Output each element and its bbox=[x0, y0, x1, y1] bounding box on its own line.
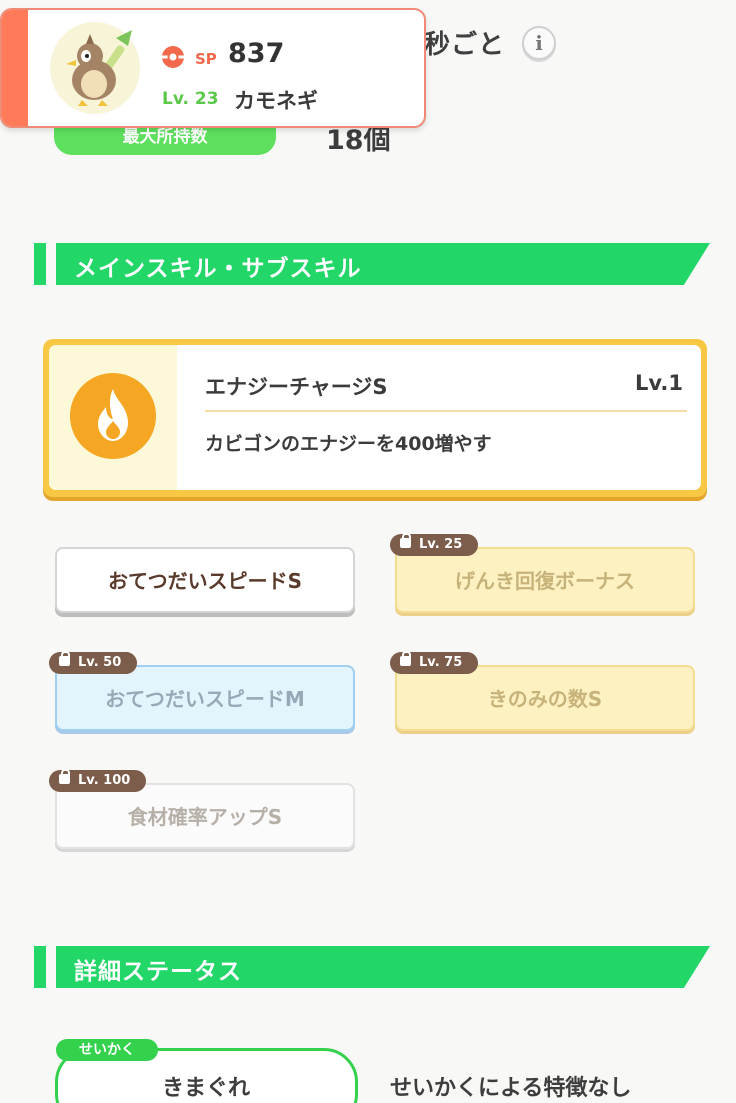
pokemon-avatar bbox=[50, 22, 140, 114]
divider bbox=[205, 410, 687, 412]
help-speed-unit: 秒ごと bbox=[424, 30, 506, 60]
unlock-level-badge: Lv. 75 bbox=[390, 651, 479, 674]
lock-icon bbox=[59, 769, 70, 784]
section-header-status: 詳細ステータス bbox=[34, 946, 714, 988]
lock-icon bbox=[400, 533, 411, 548]
sub-skill-button-locked[interactable]: 食材確率アップS bbox=[55, 783, 355, 849]
sp-label: SP bbox=[195, 50, 217, 68]
unlock-level-badge: Lv. 25 bbox=[390, 533, 479, 556]
unlock-level: Lv. 25 bbox=[419, 537, 463, 552]
main-skill-name: エナジーチャージS bbox=[205, 375, 388, 399]
section-title: メインスキル・サブスキル bbox=[74, 256, 362, 282]
pokemon-name: カモネギ bbox=[234, 89, 318, 113]
sub-skill-button-locked[interactable]: げんき回復ボーナス bbox=[395, 547, 695, 613]
unlock-level-badge: Lv. 100 bbox=[49, 769, 147, 792]
sub-skill-button[interactable]: おてつだいスピードS bbox=[55, 547, 355, 613]
lock-icon bbox=[59, 651, 70, 666]
unlock-level-badge: Lv. 50 bbox=[49, 651, 138, 674]
fire-icon bbox=[70, 373, 156, 459]
main-skill-inner: エナジーチャージS Lv.1 カビゴンのエナジーを400増やす bbox=[49, 345, 701, 490]
info-icon[interactable]: i bbox=[522, 26, 556, 60]
unlock-level: Lv. 50 bbox=[78, 655, 122, 670]
main-skill-level: Lv.1 bbox=[635, 371, 683, 395]
pokemon-summary-card[interactable]: SP 837 Lv. 23 カモネギ bbox=[0, 8, 426, 128]
unlock-level: Lv. 75 bbox=[419, 655, 463, 670]
nature-tag: せいかく bbox=[56, 1039, 158, 1061]
card-accent-bar bbox=[2, 10, 28, 126]
sub-skill-button-locked[interactable]: おてつだいスピードM bbox=[55, 665, 355, 731]
lock-icon bbox=[400, 651, 411, 666]
section-header-skills: メインスキル・サブスキル bbox=[34, 243, 714, 285]
pokemon-level: Lv. 23 bbox=[162, 89, 219, 109]
sp-pokeball-icon bbox=[162, 46, 184, 68]
section-marker bbox=[34, 946, 46, 988]
nature-value: きまぐれ bbox=[161, 1076, 250, 1101]
main-skill-card[interactable]: エナジーチャージS Lv.1 カビゴンのエナジーを400増やす bbox=[43, 339, 707, 497]
section-marker bbox=[34, 243, 46, 285]
sp-value: 837 bbox=[228, 38, 285, 69]
sub-skill-button-locked[interactable]: きのみの数S bbox=[395, 665, 695, 731]
nature-description: せいかくによる特徴なし bbox=[390, 1076, 632, 1101]
unlock-level: Lv. 100 bbox=[78, 773, 131, 788]
main-skill-icon-area bbox=[49, 345, 177, 490]
section-title: 詳細ステータス bbox=[74, 959, 242, 985]
main-skill-description: カビゴンのエナジーを400増やす bbox=[205, 433, 492, 455]
